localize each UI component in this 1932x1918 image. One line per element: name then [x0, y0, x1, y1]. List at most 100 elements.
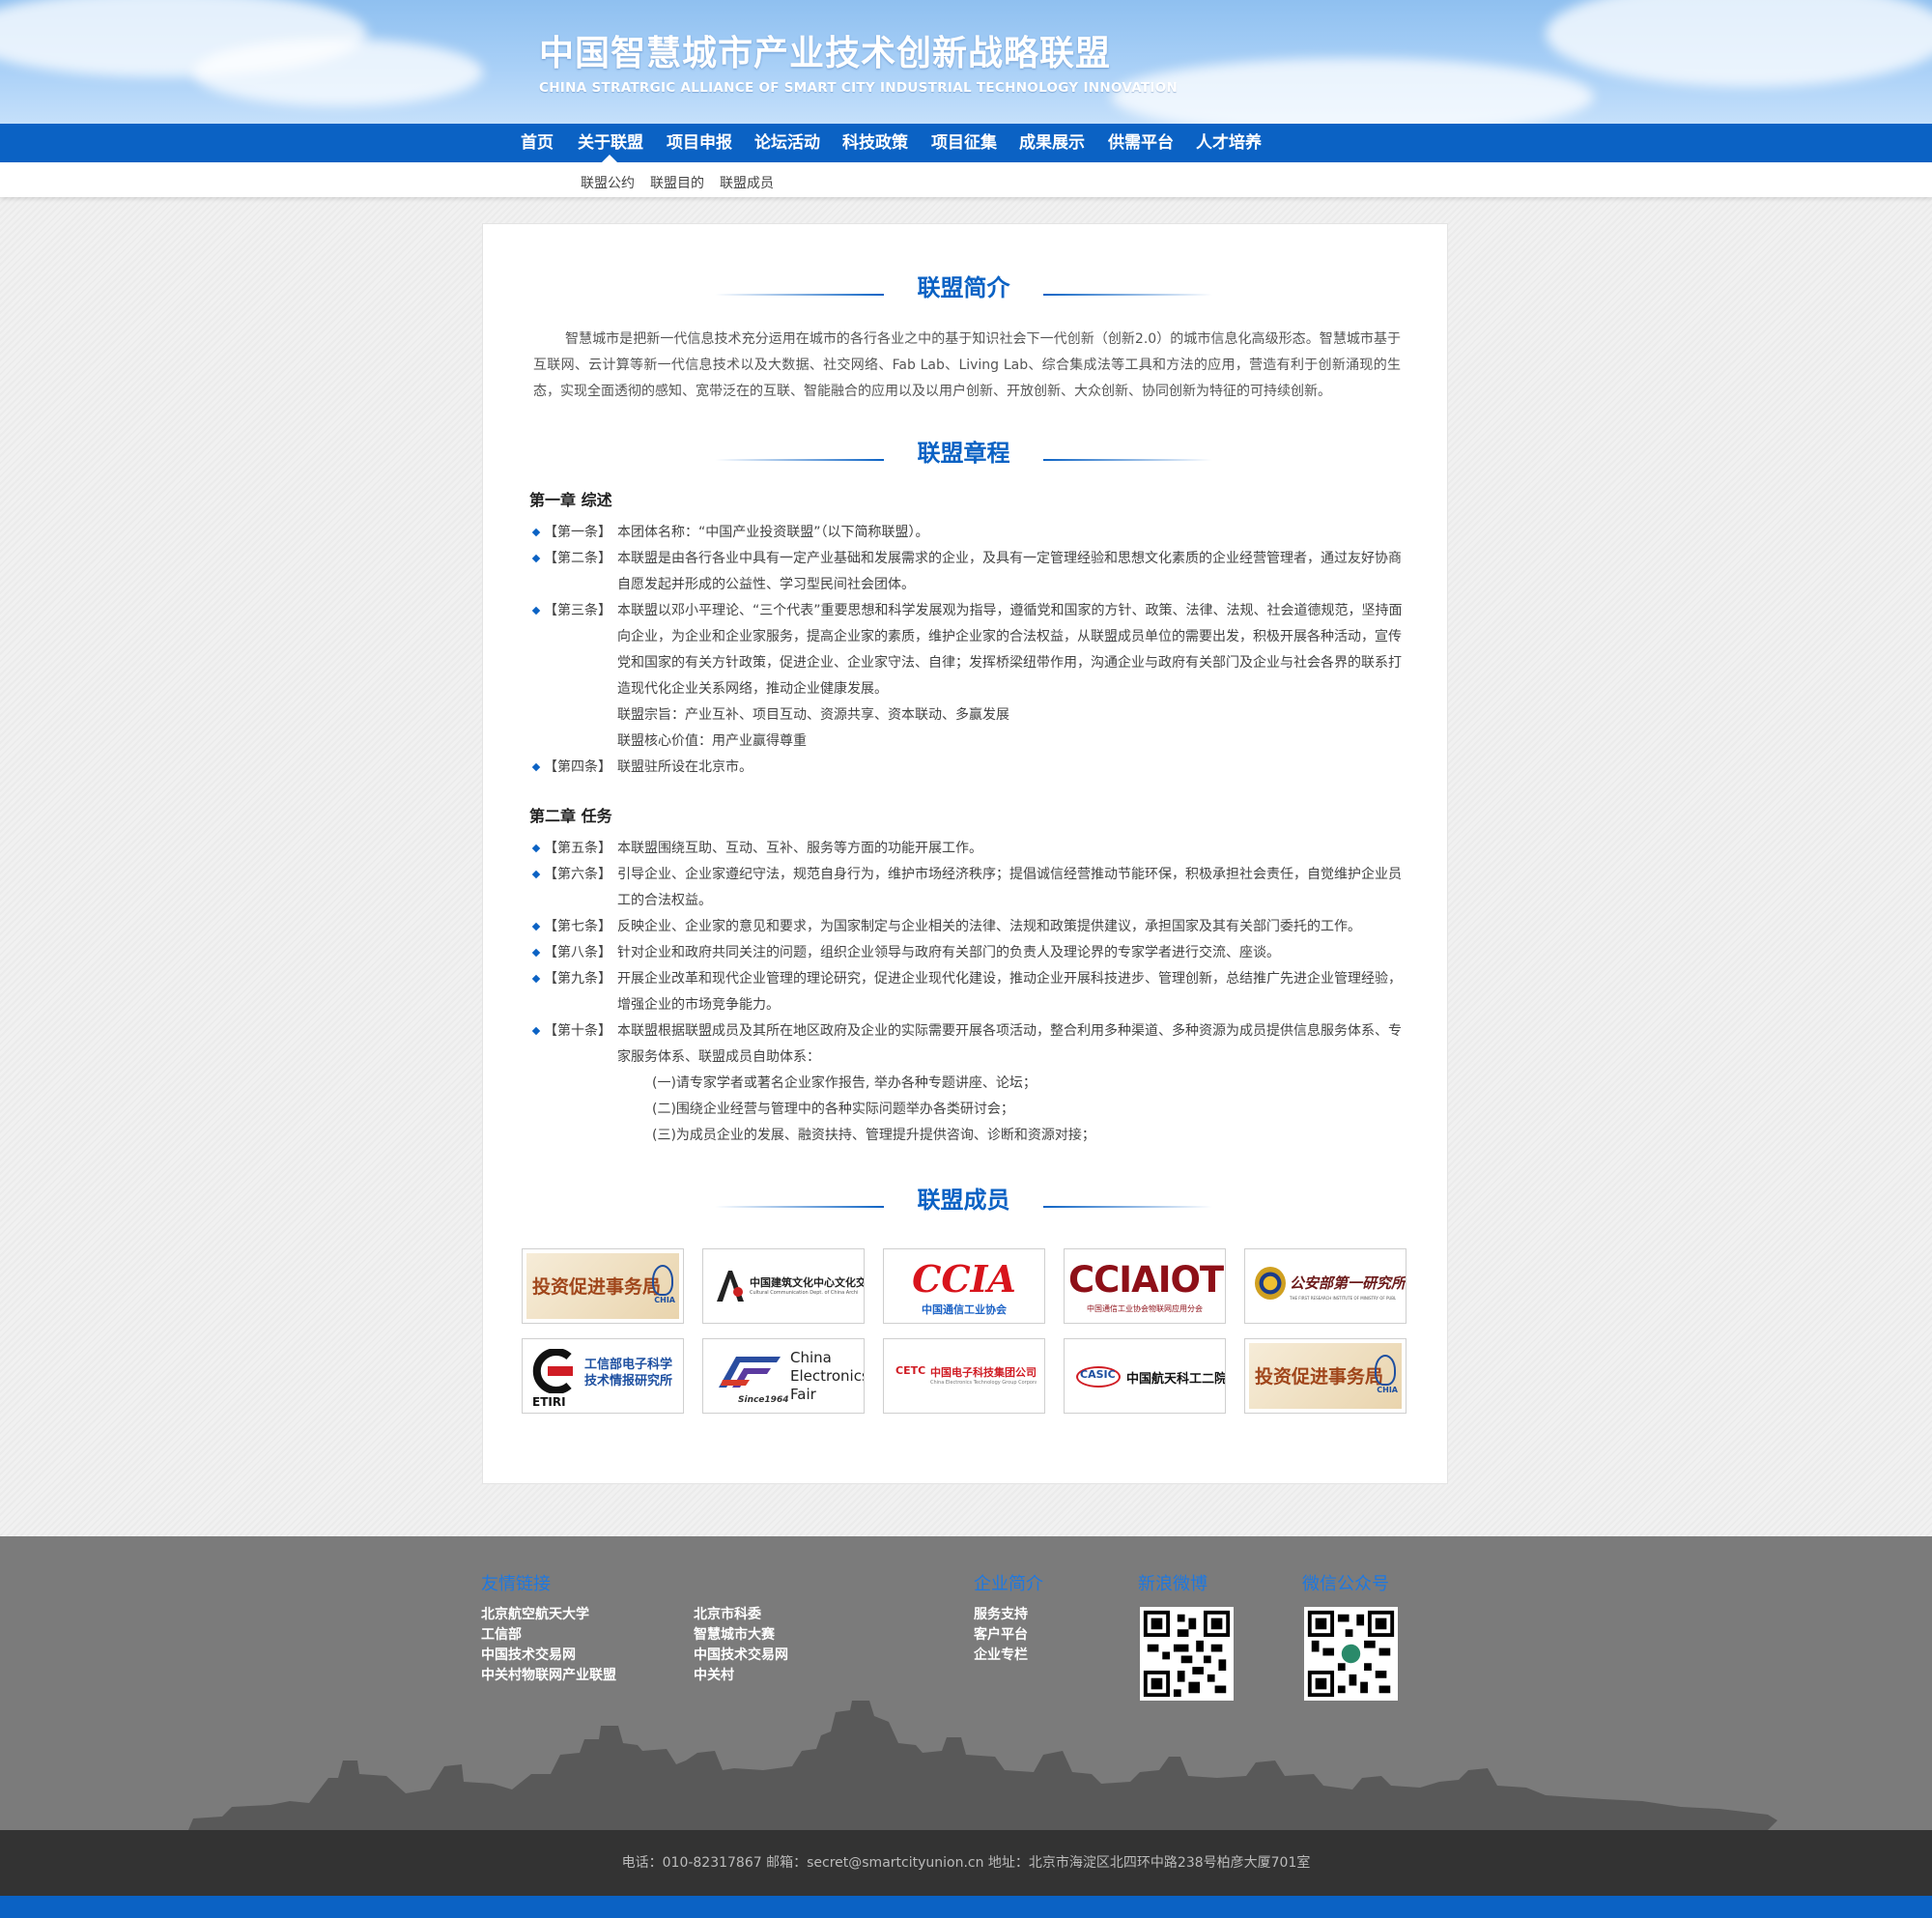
logo-caption: Since1964 — [738, 1395, 789, 1405]
logo-background: 投资促进事务局 CHIA — [526, 1253, 679, 1319]
divider-line — [715, 293, 884, 296]
bottom-bar: 电话：010-82317867 邮箱：secret@smartcityunion… — [0, 1830, 1932, 1896]
content-card: 联盟简介 智慧城市是把新一代信息技术充分运用在城市的各行各业之中的基于知识社会下… — [482, 223, 1448, 1484]
divider-line — [1043, 293, 1212, 296]
member-logo-cetc[interactable]: CETC 中国电子科技集团公司 China Electronics Techno… — [883, 1338, 1045, 1414]
member-logo-cciaiot[interactable]: CCIAIOT 中国通信工业协会物联网应用分会 — [1064, 1248, 1226, 1324]
nav-item-policy[interactable]: 科技政策 — [842, 124, 908, 162]
site-title: 中国智慧城市产业技术创新战略联盟 — [539, 34, 1112, 73]
logo-caption: Cultural Communication Dept. of China Ar… — [750, 1290, 858, 1296]
bottom-accent-strip — [0, 1896, 1932, 1918]
article-item: 【第四条】 联盟驻所设在北京市。 — [531, 755, 1410, 781]
wechat-qr-code[interactable] — [1304, 1607, 1398, 1701]
article-number: 【第三条】 — [544, 603, 611, 618]
logo-text: 投资促进事务局 — [532, 1276, 662, 1298]
logo-text: China Electronics Fair — [790, 1349, 865, 1403]
contact-info: 电话：010-82317867 邮箱：secret@smartcityunion… — [621, 1855, 1311, 1871]
article-number: 【第一条】 — [544, 525, 611, 540]
friend-link[interactable]: 工信部 — [481, 1624, 522, 1644]
article-item: 【第三条】 本联盟以邓小平理论、“三个代表”重要思想和科学发展观为指导，遵循党和… — [531, 598, 1410, 702]
diamond-bullet-icon — [531, 762, 541, 772]
subnav-item-purpose[interactable]: 联盟目的 — [650, 173, 704, 192]
nav-item-talent[interactable]: 人才培养 — [1196, 124, 1262, 162]
city-skyline-decoration — [188, 1701, 1777, 1830]
police-emblem-icon — [1255, 1267, 1286, 1300]
sub-item: (一)请专家学者或著名企业家作报告, 举办各种专题讲座、论坛； — [652, 1075, 1037, 1091]
article-text: 本联盟以邓小平理论、“三个代表”重要思想和科学发展观为指导，遵循党和国家的方针、… — [617, 603, 1403, 697]
member-logo-investment-bureau[interactable]: 投资促进事务局 CHIA — [1244, 1338, 1406, 1414]
article-item: 【第一条】 本团体名称：“中国产业投资联盟”（以下简称联盟）。 — [531, 520, 1410, 546]
section-title-members: 联盟成员 — [917, 1187, 1010, 1214]
article-number: 【第六条】 — [544, 867, 611, 882]
emblem-icon — [1375, 1355, 1396, 1386]
friend-link[interactable]: 智慧城市大赛 — [694, 1624, 775, 1644]
nav-item-forum[interactable]: 论坛活动 — [754, 124, 820, 162]
friend-link[interactable]: 中关村物联网产业联盟 — [481, 1665, 616, 1684]
friend-link[interactable]: 中关村 — [694, 1665, 734, 1684]
friend-link[interactable]: 中国技术交易网 — [481, 1645, 576, 1664]
company-link[interactable]: 客户平台 — [974, 1624, 1028, 1644]
article-text: 本联盟是由各行各业中具有一定产业基础和发展需求的企业，及具有一定管理经验和思想文… — [617, 551, 1402, 592]
logo-caption: THE FIRST RESEARCH INSTITUTE OF MINISTRY… — [1290, 1296, 1396, 1301]
diamond-bullet-icon — [531, 528, 541, 537]
sub-item: (三)为成员企业的发展、融资扶持、管理提升提供咨询、诊断和资源对接； — [652, 1128, 1095, 1143]
section-header-members: 联盟成员 — [483, 1181, 1449, 1219]
article-text: 本团体名称：“中国产业投资联盟”（以下简称联盟）。 — [617, 525, 929, 540]
member-logo-investment-bureau[interactable]: 投资促进事务局 CHIA — [522, 1248, 684, 1324]
site-header: 中国智慧城市产业技术创新战略联盟 CHINA STRATRGIC ALLIANC… — [0, 0, 1932, 124]
company-link[interactable]: 企业专栏 — [974, 1645, 1028, 1664]
diamond-bullet-icon — [531, 1026, 541, 1036]
weibo-qr-code[interactable] — [1140, 1607, 1234, 1701]
qr-code-icon — [1307, 1610, 1395, 1698]
subnav-item-charter[interactable]: 联盟公约 — [581, 173, 635, 192]
divider-line — [715, 458, 884, 461]
article-text: 针对企业和政府共同关注的问题，组织企业领导与政府有关部门的负责人及理论界的专家学… — [617, 945, 1280, 960]
logo-caption: 中国通信工业协会物联网应用分会 — [1087, 1304, 1203, 1313]
logo-badge: CETC — [895, 1364, 926, 1377]
logo-caption: CHIA — [654, 1296, 675, 1304]
chapter-heading: 第二章 任务 — [529, 807, 612, 825]
article-item: 【第八条】 针对企业和政府共同关注的问题，组织企业领导与政府有关部门的负责人及理… — [531, 940, 1410, 966]
logo-text: CCIAIOT — [1068, 1259, 1224, 1301]
friend-link[interactable]: 中国技术交易网 — [694, 1645, 788, 1664]
article-text: 引导企业、企业家遵纪守法，规范自身行为，维护市场经济秩序；提倡诚信经营推动节能环… — [617, 867, 1402, 908]
logo-text: CCIA — [912, 1257, 1016, 1301]
member-logo-ccia[interactable]: CCIA 中国通信工业协会 — [883, 1248, 1045, 1324]
diamond-bullet-icon — [531, 844, 541, 853]
sub-item: (二)围绕企业经营与管理中的各种实际问题举办各类研讨会； — [652, 1102, 1014, 1117]
article-text: 本联盟围绕互助、互动、互补、服务等方面的功能开展工作。 — [617, 841, 982, 856]
nav-item-projects[interactable]: 项目申报 — [667, 124, 732, 162]
building-logo-icon — [717, 1271, 744, 1302]
friend-link[interactable]: 北京航空航天大学 — [481, 1604, 589, 1623]
logo-background: CETC 中国电子科技集团公司 China Electronics Techno… — [888, 1343, 1040, 1409]
article-number: 【第五条】 — [544, 841, 611, 856]
article-number: 【第十条】 — [544, 1023, 611, 1039]
article-item: 【第五条】 本联盟围绕互助、互动、互补、服务等方面的功能开展工作。 — [531, 836, 1410, 862]
member-logo-china-electronics-fair[interactable]: Since1964 China Electronics Fair — [702, 1338, 865, 1414]
nav-item-achievements[interactable]: 成果展示 — [1019, 124, 1085, 162]
article-text: 开展企业改革和现代企业管理的理论研究，促进企业现代化建设，推动企业开展科技进步、… — [617, 971, 1402, 1013]
alliance-core-value: 联盟核心价值：用产业赢得尊重 — [617, 733, 807, 749]
diamond-bullet-icon — [531, 948, 541, 958]
diamond-bullet-icon — [531, 870, 541, 879]
nav-item-solicit[interactable]: 项目征集 — [931, 124, 997, 162]
cef-logo-icon — [719, 1357, 781, 1388]
member-logo-architecture-culture[interactable]: 中国建筑文化中心文化交流部 Cultural Communication Dep… — [702, 1248, 865, 1324]
friend-link[interactable]: 北京市科委 — [694, 1604, 761, 1623]
company-link[interactable]: 服务支持 — [974, 1604, 1028, 1623]
subnav-item-members[interactable]: 联盟成员 — [720, 173, 774, 192]
member-logo-casic[interactable]: CASIC 中国航天科工二院 — [1064, 1338, 1226, 1414]
diamond-bullet-icon — [531, 554, 541, 563]
member-logo-etiri[interactable]: ETIRI 工信部电子科学技术情报研究所 — [522, 1338, 684, 1414]
logo-text: 中国建筑文化中心文化交流部 — [750, 1276, 865, 1289]
section-title-charter: 联盟章程 — [917, 440, 1010, 467]
nav-item-supply-demand[interactable]: 供需平台 — [1108, 124, 1174, 162]
active-nav-caret — [602, 155, 617, 162]
site-subtitle: CHINA STRATRGIC ALLIANCE OF SMART CITY I… — [539, 80, 1179, 96]
member-logo-public-security-institute[interactable]: 公安部第一研究所 THE FIRST RESEARCH INSTITUTE OF… — [1244, 1248, 1406, 1324]
article-item: 【第十条】 本联盟根据联盟成员及其所在地区政府及企业的实际需要开展各项活动，整合… — [531, 1018, 1410, 1071]
article-item: 【第六条】 引导企业、企业家遵纪守法，规范自身行为，维护市场经济秩序；提倡诚信经… — [531, 862, 1410, 914]
nav-item-home[interactable]: 首页 — [521, 124, 554, 162]
cloud-decoration — [1111, 58, 1594, 124]
logo-caption: ETIRI — [532, 1395, 566, 1409]
